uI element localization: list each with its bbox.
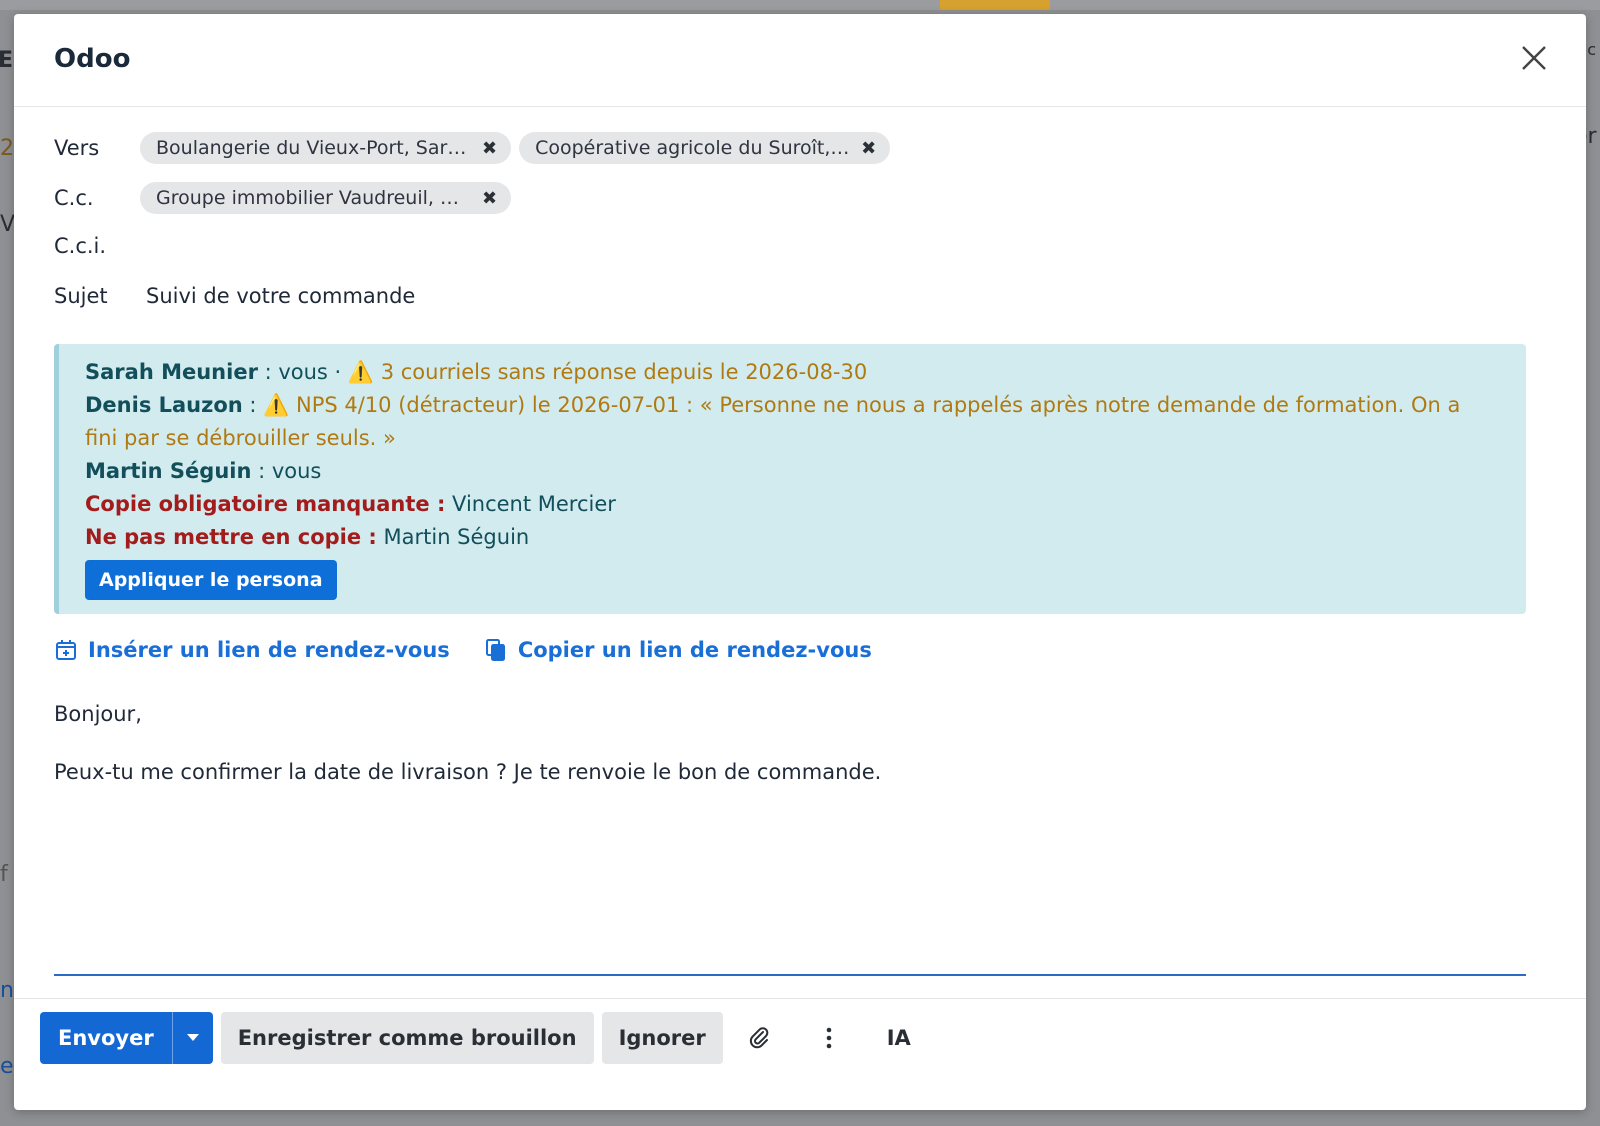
email-body-message[interactable]: Peux-tu me confirmer la date de livraiso…	[54, 760, 881, 784]
recipient-tag[interactable]: Boulangerie du Vieux-Port, Sara… ✖	[140, 132, 512, 164]
contact-name: Martin Séguin	[85, 459, 252, 483]
dialog-footer: Envoyer Enregistrer comme brouillon Igno…	[40, 1012, 941, 1064]
footer-divider	[14, 998, 1586, 999]
contact-name: Denis Lauzon	[85, 393, 243, 417]
subject-input[interactable]: Suivi de votre commande	[146, 284, 415, 308]
persona-line: Copie obligatoire manquante : Vincent Me…	[85, 488, 1500, 521]
bcc-field[interactable]: C.c.i.	[54, 234, 140, 258]
more-vertical-icon	[826, 1027, 832, 1049]
persona-text: : vous ·	[257, 360, 348, 384]
background-fragment: 2	[0, 136, 14, 161]
exclude-cc-label: Ne pas mettre en copie :	[85, 525, 377, 549]
persona-line: Denis Lauzon : ⚠️ NPS 4/10 (détracteur) …	[85, 389, 1500, 422]
persona-warning: fini par se débrouiller seuls. »	[85, 426, 396, 450]
remove-tag-icon[interactable]: ✖	[482, 138, 497, 159]
dialog-title: Odoo	[54, 44, 131, 74]
persona-warning: ⚠️ 3 courriels sans réponse depuis le 20…	[347, 360, 868, 384]
cc-field: C.c. Groupe immobilier Vaudreuil, Ma… ✖	[54, 182, 519, 214]
to-label: Vers	[54, 136, 100, 160]
close-button[interactable]	[1516, 40, 1552, 76]
caret-down-icon	[186, 1034, 199, 1041]
subject-field[interactable]: Sujet Suivi de votre commande	[54, 284, 415, 308]
cc-label: C.c.	[54, 186, 94, 210]
remove-tag-icon[interactable]: ✖	[861, 138, 876, 159]
contact-name: Sarah Meunier	[85, 360, 258, 384]
email-body-greeting[interactable]: Bonjour,	[54, 702, 142, 726]
persona-text: : vous	[251, 459, 322, 483]
recipient-tag[interactable]: Coopérative agricole du Suroît, D… ✖	[519, 132, 891, 164]
persona-line: Ne pas mettre en copie : Martin Séguin	[85, 521, 1500, 554]
persona-text: :	[242, 393, 264, 417]
dialog-header: Odoo	[14, 14, 1586, 107]
copy-appointment-link[interactable]: Copier un lien de rendez-vous	[484, 638, 872, 662]
send-button-group: Envoyer	[40, 1012, 213, 1064]
send-options-dropdown[interactable]	[171, 1012, 213, 1064]
ai-button[interactable]: IA	[871, 1012, 927, 1064]
background-top-bar	[0, 0, 1600, 10]
recipient-tag-label: Groupe immobilier Vaudreuil, Ma…	[156, 187, 474, 209]
more-options-button[interactable]	[801, 1012, 857, 1064]
persona-line: fini par se débrouiller seuls. »	[85, 422, 1500, 455]
copy-appointment-label: Copier un lien de rendez-vous	[517, 638, 872, 662]
persona-alert: Sarah Meunier : vous · ⚠️ 3 courriels sa…	[54, 344, 1526, 614]
send-button[interactable]: Envoyer	[40, 1012, 172, 1064]
bcc-label: C.c.i.	[54, 234, 107, 258]
close-icon	[1522, 46, 1546, 70]
editor-bottom-border	[54, 974, 1526, 976]
copy-icon	[485, 639, 505, 661]
paperclip-icon	[749, 1027, 769, 1049]
save-draft-button[interactable]: Enregistrer comme brouillon	[220, 1012, 594, 1064]
appointment-links: Insérer un lien de rendez-vous Copier un…	[54, 638, 872, 662]
apply-persona-button[interactable]: Appliquer le persona	[85, 560, 337, 600]
calendar-plus-icon	[56, 640, 76, 660]
background-highlight	[940, 0, 1050, 10]
ignore-button[interactable]: Ignorer	[601, 1012, 723, 1064]
compose-email-dialog: Odoo Vers Boulangerie du Vieux-Port, Sar…	[14, 14, 1586, 1110]
missing-cc-value: Vincent Mercier	[445, 492, 616, 516]
insert-appointment-label: Insérer un lien de rendez-vous	[88, 638, 450, 662]
recipient-tag[interactable]: Groupe immobilier Vaudreuil, Ma… ✖	[140, 182, 512, 214]
subject-label: Sujet	[54, 284, 108, 308]
background-fragment: f	[0, 862, 8, 887]
recipient-tag-label: Coopérative agricole du Suroît, D…	[535, 137, 854, 159]
persona-line: Martin Séguin : vous	[85, 455, 1500, 488]
persona-warning: ⚠️ NPS 4/10 (détracteur) le 2026-07-01 :…	[263, 393, 1461, 417]
insert-appointment-link[interactable]: Insérer un lien de rendez-vous	[54, 638, 450, 662]
attach-button[interactable]	[731, 1012, 787, 1064]
persona-line: Sarah Meunier : vous · ⚠️ 3 courriels sa…	[85, 356, 1500, 389]
missing-cc-label: Copie obligatoire manquante :	[85, 492, 446, 516]
exclude-cc-value: Martin Séguin	[376, 525, 530, 549]
recipient-tag-label: Boulangerie du Vieux-Port, Sara…	[156, 137, 474, 159]
background-fragment: E	[0, 48, 14, 73]
background-fragment: n	[0, 978, 14, 1003]
remove-tag-icon[interactable]: ✖	[482, 188, 497, 209]
to-field: Vers Boulangerie du Vieux-Port, Sara… ✖ …	[54, 132, 898, 164]
background-fragment: V	[0, 212, 16, 237]
